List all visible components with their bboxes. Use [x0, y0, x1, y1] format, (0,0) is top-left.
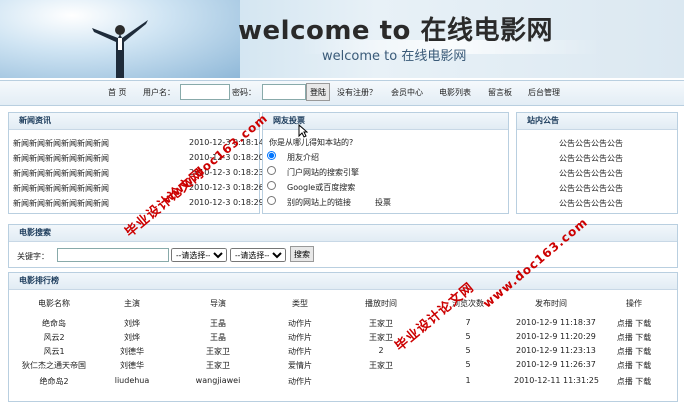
banner-subtitle: welcome to 在线电影网 [322, 49, 467, 64]
play-download-links[interactable]: 点播 下载 [608, 346, 660, 357]
news-item[interactable]: 新闻新闻新闻新闻新闻新闻 [13, 168, 109, 179]
nav-member-center[interactable]: 会员中心 [391, 87, 423, 98]
cell: 爱情片 [288, 361, 312, 370]
poll-option-label: 朋友介绍 [287, 153, 319, 162]
poll-option-label: Google或百度搜索 [287, 183, 356, 192]
cell: 动作片 [288, 319, 312, 328]
poll-option-radio[interactable] [267, 151, 276, 160]
keyword-input[interactable] [57, 248, 169, 262]
header-banner: welcome to 在线电影网 welcome to 在线电影网 [0, 0, 684, 78]
poll-option-radio[interactable] [267, 181, 276, 190]
cell: 5 [465, 332, 471, 341]
poll-option-radio[interactable] [267, 196, 276, 205]
nav-register[interactable]: 没有注册？ [337, 87, 377, 98]
notice-title: 站内公告 [517, 113, 677, 130]
cell: 王晶 [210, 333, 226, 342]
nav-home[interactable]: 首 页 [108, 87, 127, 98]
movie-name-link[interactable]: 风云2 [24, 332, 84, 343]
type-select[interactable]: --请选择-- [171, 248, 227, 262]
movie-name-link[interactable]: 风云1 [24, 346, 84, 357]
cell: 5 [465, 346, 471, 355]
password-label: 密码： [232, 88, 256, 97]
news-title: 新闻资讯 [9, 113, 259, 130]
login-button[interactable]: 登陆 [306, 83, 330, 101]
cell: 动作片 [288, 347, 312, 356]
cell: 2010-12-9 11:26:37 [516, 360, 596, 369]
play-download-links[interactable]: 点播 下载 [608, 376, 660, 387]
news-item[interactable]: 新闻新闻新闻新闻新闻新闻 [13, 138, 109, 149]
cell: 2010-12-11 11:31:25 [514, 376, 599, 385]
poll-option-label: 门户网站的搜索引擎 [287, 168, 359, 177]
cell: wangjiawei [195, 376, 241, 385]
cell: 5 [465, 360, 471, 369]
cell: 王晶 [210, 319, 226, 328]
movie-name-link[interactable]: 狄仁杰之通天帝国 [14, 360, 94, 371]
poll-option-radio[interactable] [267, 166, 276, 175]
cell: 动作片 [288, 333, 312, 342]
cell: liudehua [114, 376, 150, 385]
banner-title: welcome to 在线电影网 [238, 16, 553, 46]
cell: 刘德华 [120, 361, 144, 370]
col-header: 电影名称 [38, 299, 70, 308]
col-header: 发布时间 [535, 299, 567, 308]
news-date: 2010-12-3 0:18:26 [189, 183, 264, 192]
businessman-icon [92, 20, 148, 78]
table-row: 绝命岛 刘烨 王晶 动作片 王家卫 7 2010-12-9 11:18:37 点… [8, 318, 680, 332]
notice-item[interactable]: 公告公告公告公告 [559, 153, 623, 164]
cell: 刘德华 [120, 347, 144, 356]
table-row: 绝命岛2 liudehua wangjiawei 动作片 1 2010-12-1… [8, 376, 680, 390]
cell: 王家卫 [369, 361, 393, 370]
mouse-cursor-icon [298, 124, 308, 138]
cell: 2010-12-9 11:20:29 [516, 332, 596, 341]
notice-item[interactable]: 公告公告公告公告 [559, 183, 623, 194]
col-header: 主演 [124, 299, 140, 308]
cell: 王家卫 [206, 347, 230, 356]
cell: 1 [465, 376, 471, 385]
play-download-links[interactable]: 点播 下载 [608, 332, 660, 343]
keyword-label: 关键字： [17, 252, 49, 261]
ranking-title: 电影排行榜 [9, 273, 677, 290]
play-download-links[interactable]: 点播 下载 [608, 318, 660, 329]
news-item[interactable]: 新闻新闻新闻新闻新闻新闻 [13, 183, 109, 194]
news-item[interactable]: 新闻新闻新闻新闻新闻新闻 [13, 198, 109, 209]
cell: 王家卫 [369, 319, 393, 328]
table-row: 风云1 刘德华 王家卫 动作片 2 5 2010-12-9 11:23:13 点… [8, 346, 680, 360]
play-download-links[interactable]: 点播 下载 [608, 360, 660, 371]
cell: 王家卫 [206, 361, 230, 370]
notice-item[interactable]: 公告公告公告公告 [559, 138, 623, 149]
search-button[interactable]: 搜索 [290, 246, 314, 262]
movie-name-link[interactable]: 绝命岛2 [24, 376, 84, 387]
nav-movie-list[interactable]: 电影列表 [439, 87, 471, 98]
notice-item[interactable]: 公告公告公告公告 [559, 168, 623, 179]
cell: 7 [465, 318, 471, 327]
col-header: 导演 [210, 299, 226, 308]
nav-admin[interactable]: 后台管理 [528, 87, 560, 98]
username-label: 用户名： [143, 88, 175, 97]
news-date: 2010-12-3 0:18:29 [189, 198, 264, 207]
username-input[interactable] [180, 84, 230, 100]
category-select[interactable]: --请选择-- [230, 248, 286, 262]
top-nav: 首 页 用户名： 密码： 登陆 没有注册？ 会员中心 电影列表 留言板 后台管理 [0, 80, 684, 106]
table-row: 风云2 刘烨 王晶 动作片 王家卫 5 2010-12-9 11:20:29 点… [8, 332, 680, 346]
password-input[interactable] [262, 84, 306, 100]
table-row: 狄仁杰之通天帝国 刘德华 王家卫 爱情片 王家卫 5 2010-12-9 11:… [8, 360, 680, 374]
news-panel: 新闻资讯 新闻新闻新闻新闻新闻新闻 2010-12-3 0:18:14 新闻新闻… [8, 112, 264, 214]
cell: 刘烨 [124, 319, 140, 328]
col-header: 类型 [292, 299, 308, 308]
cell: 2010-12-9 11:18:37 [516, 318, 596, 327]
col-header: 播放时间 [365, 299, 397, 308]
notice-item[interactable]: 公告公告公告公告 [559, 198, 623, 209]
cell: 2010-12-9 11:23:13 [516, 346, 596, 355]
news-item[interactable]: 新闻新闻新闻新闻新闻新闻 [13, 153, 109, 164]
vote-link[interactable]: 投票 [375, 197, 391, 208]
movie-name-link[interactable]: 绝命岛 [24, 318, 84, 329]
cell: 刘烨 [124, 333, 140, 342]
cell: 动作片 [288, 377, 312, 386]
col-header: 操作 [626, 299, 642, 308]
notice-panel: 站内公告 公告公告公告公告 公告公告公告公告 公告公告公告公告 公告公告公告公告… [516, 112, 678, 214]
poll-option-label: 别的网站上的链接 [287, 198, 351, 207]
nav-guestbook[interactable]: 留言板 [488, 87, 512, 98]
poll-question: 你是从哪儿得知本站的? [269, 138, 354, 147]
table-header-row: 电影名称 主演 导演 类型 播放时间 浏览次数 发布时间 操作 [8, 298, 680, 312]
